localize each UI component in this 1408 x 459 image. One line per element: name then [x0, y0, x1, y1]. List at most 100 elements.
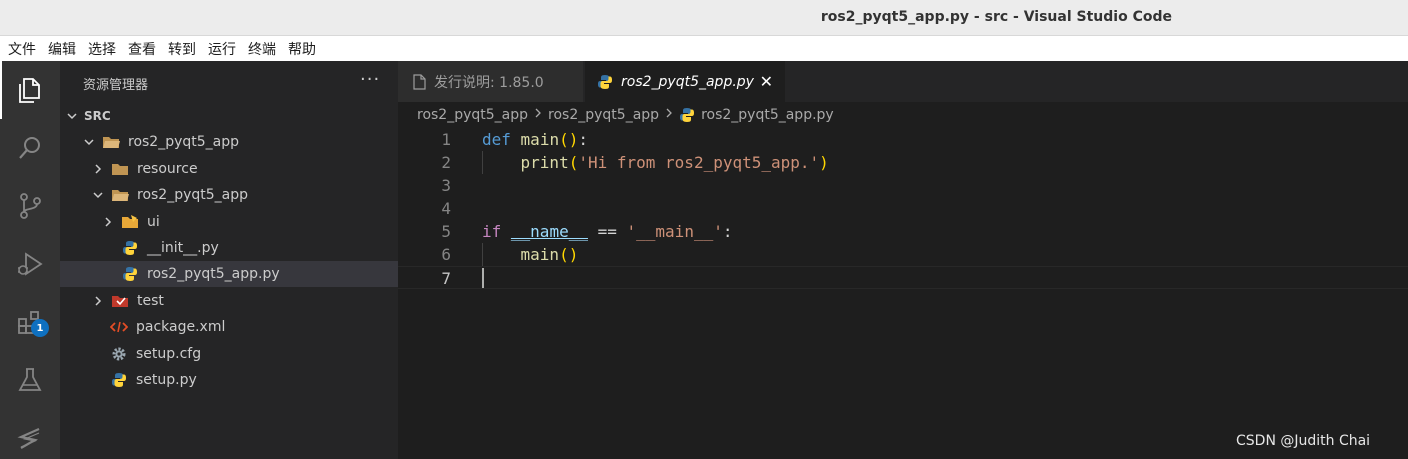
tree-root-label: SRC [84, 109, 111, 123]
activity-run-debug[interactable] [0, 235, 60, 293]
tree-item[interactable]: setup.cfg [60, 341, 398, 367]
watermark: CSDN @Judith Chai [1236, 433, 1371, 449]
title-bar: ros2_pyqt5_app.py - src - Visual Studio … [0, 0, 1408, 36]
folder-open-icon [102, 134, 120, 150]
tab-label: ros2_pyqt5_app.py [621, 73, 754, 90]
tab-ros2-pyqt5-app[interactable]: ros2_pyqt5_app.py ✕ [585, 61, 785, 102]
code-line: 2 print('Hi from ros2_pyqt5_app.') [398, 151, 1408, 174]
menu-terminal[interactable]: 终端 [248, 39, 276, 59]
run-debug-icon [18, 252, 43, 276]
tree-root-src[interactable]: SRC [60, 103, 398, 129]
folder-open-icon [111, 187, 129, 203]
xml-file-icon [110, 319, 128, 335]
code-line-current: 7 [398, 266, 1408, 289]
menu-selection[interactable]: 选择 [88, 39, 116, 59]
folder-test-icon [111, 293, 129, 309]
window-title: ros2_pyqt5_app.py - src - Visual Studio … [820, 9, 1172, 25]
activity-source-control[interactable] [0, 177, 60, 235]
explorer-icon [19, 78, 40, 103]
tree-item-label: ros2_pyqt5_app [128, 134, 240, 150]
code-line: 1 def main(): [398, 128, 1408, 151]
chevron-down-icon [91, 188, 105, 202]
tree-item-label: ros2_pyqt5_app [137, 187, 249, 203]
code-line: 4 [398, 197, 1408, 220]
activity-bar: 1 [0, 61, 60, 459]
explorer-header: 资源管理器 ··· [60, 61, 398, 103]
tree-item[interactable]: resource [60, 156, 398, 182]
line-number: 5 [441, 222, 451, 241]
code-line: 3 [398, 174, 1408, 197]
activity-testing[interactable] [0, 351, 60, 409]
chevron-down-icon [82, 135, 96, 149]
tree-item[interactable]: ui [60, 209, 398, 235]
chevron-right-icon [91, 162, 105, 176]
tree-item-label: __init__.py [147, 240, 219, 256]
chevron-right-icon [664, 107, 674, 123]
tree-item[interactable]: test [60, 288, 398, 314]
activity-explorer[interactable] [0, 61, 60, 119]
chevron-right-icon [101, 215, 115, 229]
chevron-right-icon [533, 107, 543, 123]
line-number: 7 [441, 269, 451, 288]
menu-go[interactable]: 转到 [168, 39, 196, 59]
line-content: main() [520, 245, 579, 264]
tree-item-selected[interactable]: ros2_pyqt5_app.py [60, 261, 398, 287]
line-content: def main(): [482, 130, 588, 149]
activity-ros[interactable] [0, 409, 60, 459]
tree-item-label: resource [137, 161, 198, 177]
menu-bar: 文件 编辑 选择 查看 转到 运行 终端 帮助 [0, 36, 1408, 61]
tree-item-label: ui [147, 214, 160, 230]
menu-file[interactable]: 文件 [8, 39, 36, 59]
testing-icon [18, 368, 42, 391]
menu-edit[interactable]: 编辑 [48, 39, 76, 59]
tree-item[interactable]: __init__.py [60, 235, 398, 261]
explorer-title: 资源管理器 [83, 78, 149, 93]
gear-icon [110, 346, 128, 362]
tree-item-label: test [137, 293, 164, 309]
search-icon [19, 137, 40, 159]
activity-search[interactable] [0, 119, 60, 177]
line-number: 4 [441, 199, 451, 218]
tree-item-label: setup.cfg [136, 346, 202, 362]
document-icon [412, 73, 426, 90]
breadcrumb-item[interactable]: ros2_pyqt5_app [417, 107, 528, 123]
tab-label: 发行说明: 1.85.0 [434, 74, 544, 91]
folder-ui-icon [121, 214, 139, 230]
python-file-icon [121, 240, 139, 256]
menu-run[interactable]: 运行 [208, 39, 236, 59]
menu-view[interactable]: 查看 [128, 39, 156, 59]
python-file-icon [679, 107, 695, 123]
chevron-down-icon [65, 109, 79, 123]
text-cursor [482, 268, 484, 288]
source-control-icon [20, 193, 41, 219]
code-line: 5 if __name__ == '__main__': [398, 220, 1408, 243]
line-content: print('Hi from ros2_pyqt5_app.') [520, 153, 829, 172]
python-file-icon [110, 372, 128, 388]
breadcrumb-item[interactable]: ros2_pyqt5_app [548, 107, 659, 123]
tree-item-label: setup.py [136, 372, 197, 388]
tree-item[interactable]: package.xml [60, 314, 398, 340]
explorer-sidebar: 资源管理器 ··· SRC ros2_pyqt5_app resource ro… [60, 61, 398, 459]
line-number: 6 [441, 245, 451, 264]
tree-item[interactable]: ros2_pyqt5_app [60, 129, 398, 155]
folder-icon [111, 161, 129, 177]
extensions-badge: 1 [31, 319, 49, 337]
tree-item[interactable]: ros2_pyqt5_app [60, 182, 398, 208]
activity-extensions[interactable]: 1 [0, 293, 60, 351]
more-actions-icon[interactable]: ··· [360, 69, 380, 90]
close-icon[interactable]: ✕ [760, 72, 773, 91]
tree-item-label: package.xml [136, 319, 226, 335]
tree-item[interactable]: setup.py [60, 367, 398, 393]
breadcrumb-item[interactable]: ros2_pyqt5_app.py [701, 107, 834, 123]
code-editor[interactable]: 1 def main(): 2 print('Hi from ros2_pyqt… [398, 128, 1408, 459]
line-number: 2 [441, 153, 451, 172]
line-number: 1 [441, 130, 451, 149]
tab-release-notes[interactable]: 发行说明: 1.85.0 [398, 61, 584, 102]
code-line: 6 main() [398, 243, 1408, 266]
python-file-icon [121, 266, 139, 282]
python-file-icon [597, 74, 613, 90]
ros-icon [17, 427, 40, 449]
chevron-right-icon [91, 294, 105, 308]
menu-help[interactable]: 帮助 [288, 39, 316, 59]
line-content: if __name__ == '__main__': [482, 222, 733, 241]
